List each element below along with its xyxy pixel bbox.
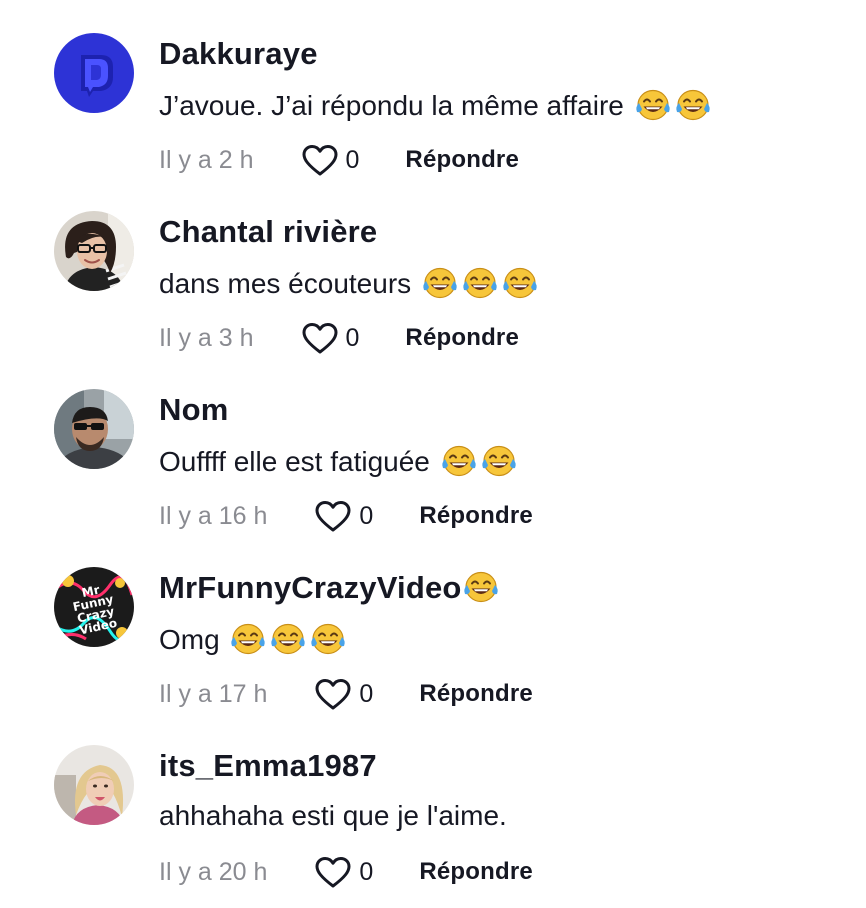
username-text[interactable]: Nom — [159, 392, 229, 427]
comment-meta: Il y a 16 h 0 Répondre — [159, 499, 533, 533]
heart-icon[interactable] — [315, 500, 351, 533]
heart-icon[interactable] — [302, 322, 338, 355]
timestamp: Il y a 20 h — [159, 857, 268, 886]
tears-of-joy-emoji — [635, 89, 670, 121]
like-count: 0 — [345, 323, 360, 352]
reply-button[interactable]: Répondre — [419, 858, 533, 886]
avatar[interactable] — [54, 389, 134, 469]
tears-of-joy-emoji — [271, 623, 306, 655]
username-text[interactable]: MrFunnyCrazyVideo — [159, 570, 462, 605]
reply-button[interactable]: Répondre — [419, 680, 533, 708]
like-button[interactable]: 0 — [302, 322, 360, 355]
comment-item: Dakkuraye J’avoue. J’ai répondu la même … — [0, 0, 866, 178]
tears-of-joy-emoji — [503, 267, 537, 299]
comment-item: its_Emma1987 ahhahaha esti que je l'aime… — [0, 712, 866, 890]
heart-icon[interactable] — [315, 856, 351, 889]
comment-text-content: ahhahaha esti que je l'aime. — [159, 800, 507, 831]
username[interactable]: Dakkuraye — [159, 36, 318, 72]
comment-text-content: dans mes écouteurs — [159, 268, 412, 299]
comment-text: Ouffff elle est fatiguée — [159, 444, 518, 478]
comment-item: Mr Funny Crazy Video MrFunnyCrazyVideo O… — [0, 534, 866, 712]
comment-meta: Il y a 3 h 0 Répondre — [159, 321, 519, 355]
tears-of-joy-emoji — [309, 622, 347, 656]
like-count: 0 — [359, 501, 374, 530]
avatar[interactable] — [54, 33, 134, 113]
tears-of-joy-emoji — [421, 266, 459, 300]
avatar[interactable] — [54, 745, 134, 825]
tears-of-joy-emoji — [481, 445, 516, 477]
like-count: 0 — [359, 679, 374, 708]
comment-meta: Il y a 17 h 0 Répondre — [159, 677, 533, 711]
avatar[interactable] — [54, 211, 134, 291]
username[interactable]: its_Emma1987 — [159, 748, 377, 784]
comment-text-content: J’avoue. J’ai répondu la même affaire — [159, 90, 624, 121]
comment-item: Chantal rivière dans mes écouteurs Il y … — [0, 178, 866, 356]
comment-text: Omg — [159, 622, 347, 656]
tears-of-joy-emoji — [634, 88, 672, 122]
tears-of-joy-emoji — [461, 266, 499, 300]
timestamp: Il y a 16 h — [159, 501, 268, 530]
like-button[interactable]: 0 — [315, 500, 373, 533]
tears-of-joy-emoji — [675, 89, 710, 121]
reply-button[interactable]: Répondre — [405, 146, 519, 174]
tears-of-joy-emoji — [269, 622, 307, 656]
comment-meta: Il y a 20 h 0 Répondre — [159, 855, 533, 889]
tears-of-joy-emoji — [462, 570, 500, 604]
heart-icon[interactable] — [302, 144, 338, 177]
like-count: 0 — [345, 145, 360, 174]
username[interactable]: Nom — [159, 392, 229, 428]
like-button[interactable]: 0 — [315, 678, 373, 711]
like-count: 0 — [359, 857, 374, 886]
reply-button[interactable]: Répondre — [419, 502, 533, 530]
reply-button[interactable]: Répondre — [405, 324, 519, 352]
comment-meta: Il y a 2 h 0 Répondre — [159, 143, 519, 177]
tears-of-joy-emoji — [231, 623, 266, 655]
tears-of-joy-emoji — [440, 444, 478, 478]
heart-icon[interactable] — [315, 678, 351, 711]
comment-text: dans mes écouteurs — [159, 266, 539, 300]
username[interactable]: Chantal rivière — [159, 214, 377, 250]
comment-text-content: Ouffff elle est fatiguée — [159, 446, 430, 477]
like-button[interactable]: 0 — [315, 856, 373, 889]
tears-of-joy-emoji — [441, 445, 476, 477]
timestamp: Il y a 3 h — [159, 323, 254, 352]
tears-of-joy-emoji — [463, 571, 498, 603]
tears-of-joy-emoji — [501, 266, 539, 300]
like-button[interactable]: 0 — [302, 144, 360, 177]
tears-of-joy-emoji — [463, 267, 497, 299]
timestamp: Il y a 2 h — [159, 145, 254, 174]
username-text[interactable]: Dakkuraye — [159, 36, 318, 71]
username-text[interactable]: its_Emma1987 — [159, 748, 377, 783]
tears-of-joy-emoji — [229, 622, 267, 656]
tears-of-joy-emoji — [423, 267, 457, 299]
avatar[interactable]: Mr Funny Crazy Video — [54, 567, 134, 647]
timestamp: Il y a 17 h — [159, 679, 268, 708]
tears-of-joy-emoji — [311, 623, 346, 655]
comment-text-content: Omg — [159, 624, 220, 655]
comment-text: ahhahaha esti que je l'aime. — [159, 800, 507, 832]
comment-item: Nom Ouffff elle est fatiguée Il y a 16 h… — [0, 356, 866, 534]
comment-text: J’avoue. J’ai répondu la même affaire — [159, 88, 712, 122]
username-text[interactable]: Chantal rivière — [159, 214, 377, 249]
tears-of-joy-emoji — [674, 88, 712, 122]
username[interactable]: MrFunnyCrazyVideo — [159, 570, 500, 606]
tears-of-joy-emoji — [480, 444, 518, 478]
